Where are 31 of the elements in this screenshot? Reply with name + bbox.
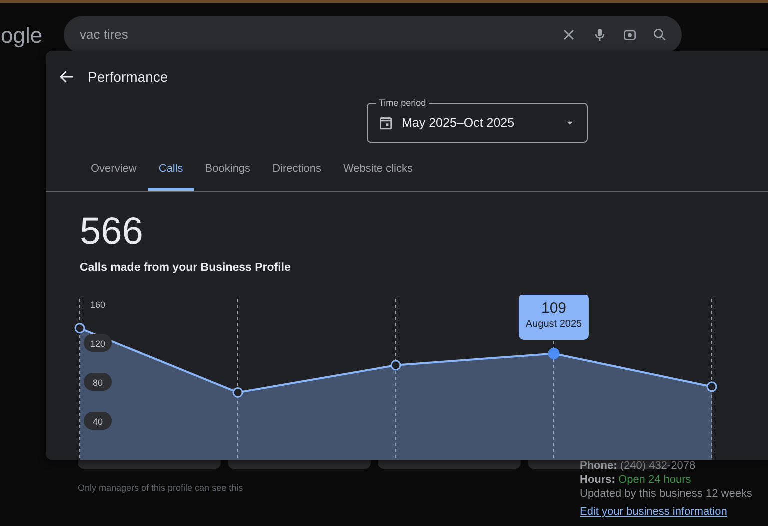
panel-title: Performance	[88, 68, 168, 86]
y-tick-label: 40	[92, 417, 104, 427]
y-tick-label: 80	[92, 378, 104, 388]
axis-label: 80	[84, 373, 112, 391]
axis-label: 120	[84, 334, 112, 352]
axis-label: 40	[84, 412, 112, 430]
data-point[interactable]	[74, 323, 86, 334]
tab[interactable]: Website clicks	[332, 161, 424, 190]
tab[interactable]: Overview	[80, 161, 148, 190]
data-point[interactable]	[390, 360, 402, 371]
privacy-note: Only managers of this profile can see this	[78, 482, 244, 495]
tooltip: 109 August 2025	[519, 295, 589, 340]
calendar-icon	[378, 115, 394, 131]
search-icon[interactable]	[652, 27, 668, 43]
phone-line: Phone: (240) 432-2078	[580, 459, 697, 473]
tab[interactable]: Calls	[148, 161, 194, 190]
data-point[interactable]	[232, 387, 244, 398]
logo-text: ogle	[1, 22, 43, 50]
hours-line: Hours: Open 24 hours	[580, 473, 692, 487]
data-point[interactable]	[706, 382, 718, 392]
search-field[interactable]: vac tires	[78, 24, 546, 46]
search-bar[interactable]: vac tires	[64, 16, 682, 54]
y-tick-label: 120	[90, 339, 106, 349]
tab[interactable]: Bookings	[194, 161, 262, 190]
total-count: 566	[80, 210, 144, 254]
tab[interactable]: Directions	[262, 161, 332, 190]
total-caption: Calls made from your Business Profile	[80, 260, 292, 276]
edit-link[interactable]: Edit your business information	[580, 506, 728, 518]
axis-label: 160	[90, 300, 106, 310]
updated-text: Updated by this business 12 weeks	[580, 487, 752, 501]
data-point[interactable]	[548, 348, 560, 360]
